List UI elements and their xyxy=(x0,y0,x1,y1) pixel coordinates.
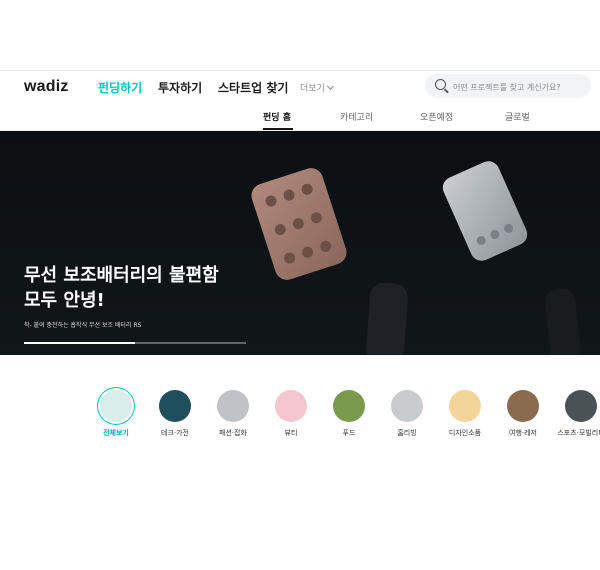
category-item[interactable]: 푸드 xyxy=(319,390,379,438)
power-bank-image xyxy=(365,281,409,355)
category-label: 전체보기 xyxy=(103,429,129,437)
power-bank-image xyxy=(543,287,583,355)
hero-title-line: 모두 안녕! xyxy=(24,290,105,311)
banner-progress-fill xyxy=(24,342,135,344)
category-thumbnail xyxy=(391,390,423,422)
category-item[interactable]: 테크·가전 xyxy=(145,390,205,438)
tab-category[interactable]: 카테고리 xyxy=(340,110,373,123)
category-label: 패션·잡화 xyxy=(219,429,247,437)
top-header: wadiz 펀딩하기 투자하기 스타트업 찾기 더보기 xyxy=(0,70,600,103)
category-thumbnail xyxy=(217,390,249,422)
category-thumbnail xyxy=(333,390,365,422)
banner-progress xyxy=(24,342,246,344)
tab-global[interactable]: 글로벌 xyxy=(505,110,530,123)
hero-title: 무선 보조배터리의 불편함 모두 안녕! xyxy=(24,263,284,313)
hero-title-line: 무선 보조배터리의 불편함 xyxy=(24,265,219,286)
wadiz-logo[interactable]: wadiz xyxy=(24,78,69,96)
nav-startup[interactable]: 스타트업 찾기 xyxy=(218,79,288,96)
suction-cup xyxy=(282,188,297,203)
category-thumbnail xyxy=(565,390,597,422)
suction-cup xyxy=(309,210,324,225)
category-thumbnail xyxy=(507,390,539,422)
tab-funding-home[interactable]: 펀딩 홈 xyxy=(263,110,291,123)
more-menu[interactable]: 더보기 xyxy=(300,81,334,94)
category-list: 전체보기 테크·가전 패션·잡화 뷰티 푸드 홈리빙 디자인소품 여행·레저 스포츠·모빌리티 xyxy=(0,390,600,450)
category-item[interactable]: 패션·잡화 xyxy=(203,390,263,438)
category-thumbnail xyxy=(159,390,191,422)
category-label: 스포츠·모빌리티 xyxy=(557,429,600,437)
search-input[interactable] xyxy=(451,78,589,96)
suction-cup xyxy=(300,245,315,260)
more-label: 더보기 xyxy=(300,84,325,94)
category-label: 디자인소품 xyxy=(448,429,482,437)
search-icon[interactable] xyxy=(435,79,446,90)
category-item[interactable]: 스포츠·모빌리티 xyxy=(551,390,600,438)
category-label: 테크·가전 xyxy=(161,429,189,437)
suction-cup xyxy=(300,182,315,197)
nav-funding[interactable]: 펀딩하기 xyxy=(98,79,142,96)
suction-cup xyxy=(291,216,306,231)
hero-banner[interactable]: 무선 보조배터리의 불편함 모두 안녕! 착- 붙여 충전하는 흡착식 무선 보… xyxy=(0,131,600,355)
nav-invest[interactable]: 투자하기 xyxy=(158,79,202,96)
category-item[interactable]: 디자인소품 xyxy=(435,390,495,438)
chevron-down-icon xyxy=(326,82,334,91)
sub-nav: 펀딩 홈 카테고리 오픈예정 글로벌 xyxy=(0,102,600,131)
suction-cup xyxy=(488,228,501,241)
category-thumbnail xyxy=(449,390,481,422)
category-item[interactable]: 전체보기 xyxy=(86,390,146,438)
suction-cup xyxy=(273,222,288,237)
suction-cup xyxy=(502,222,515,235)
tab-open-soon[interactable]: 오픈예정 xyxy=(420,110,453,123)
search-box[interactable] xyxy=(425,74,591,98)
suction-cup xyxy=(475,234,488,247)
category-item[interactable]: 여행·레저 xyxy=(493,390,553,438)
category-label: 푸드 xyxy=(342,429,356,437)
category-label: 홈리빙 xyxy=(397,429,417,437)
suction-cup xyxy=(282,251,297,266)
hero-caption: 착- 붙여 충전하는 흡착식 무선 보조 배터리 RS xyxy=(24,322,142,329)
category-label: 뷰티 xyxy=(284,429,298,437)
category-item[interactable]: 홈리빙 xyxy=(377,390,437,438)
category-item[interactable]: 뷰티 xyxy=(261,390,321,438)
suction-cup xyxy=(264,194,278,208)
category-label: 여행·레저 xyxy=(509,429,537,437)
active-tab-indicator xyxy=(263,128,293,130)
power-bank-image xyxy=(439,157,531,265)
suction-cup xyxy=(318,239,333,254)
category-thumbnail xyxy=(100,390,132,422)
category-thumbnail xyxy=(275,390,307,422)
